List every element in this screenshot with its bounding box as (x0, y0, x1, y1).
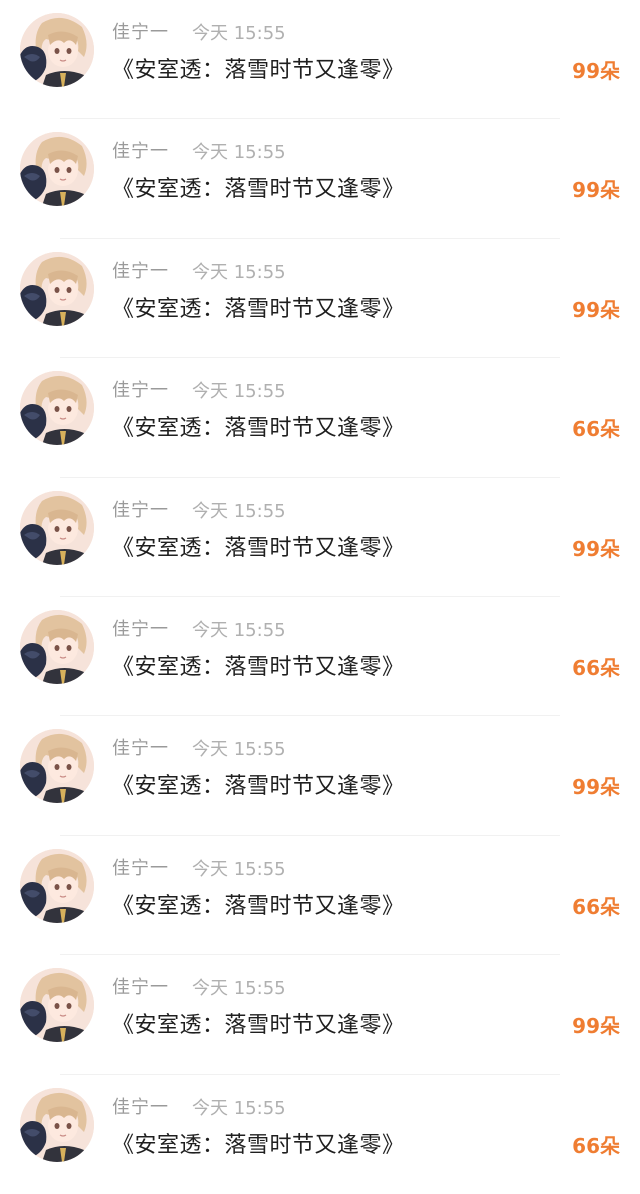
avatar[interactable] (20, 729, 94, 804)
avatar[interactable] (20, 13, 94, 87)
gift-count: 66朵 (572, 655, 620, 680)
comment-row[interactable]: 佳宁一 今天 15:55 《安室透：落雪时节又逢零》 99朵 (0, 955, 640, 1075)
avatar[interactable] (20, 490, 94, 565)
comment-row[interactable]: 佳宁一 今天 15:55 《安室透：落雪时节又逢零》 66朵 (0, 358, 640, 478)
anime-avatar-icon (20, 132, 94, 207)
comment-text: 《安室透：落雪时节又逢零》 (112, 296, 405, 322)
gift-count: 99朵 (572, 178, 620, 203)
anime-avatar-icon (20, 1087, 94, 1162)
username[interactable]: 佳宁一 (112, 18, 169, 44)
gift-count: 99朵 (572, 297, 620, 322)
timestamp: 今天 15:55 (192, 142, 286, 164)
username[interactable]: 佳宁一 (112, 973, 169, 999)
username[interactable]: 佳宁一 (112, 854, 169, 880)
comment-row[interactable]: 佳宁一 今天 15:55 《安室透：落雪时节又逢零》 99朵 (0, 478, 640, 598)
comment-row[interactable]: 佳宁一 今天 15:55 《安室透：落雪时节又逢零》 66朵 (0, 836, 640, 956)
gift-count: 66朵 (572, 894, 620, 919)
comment-text: 《安室透：落雪时节又逢零》 (112, 1013, 405, 1039)
gift-count: 66朵 (572, 1133, 620, 1158)
anime-avatar-icon (20, 371, 94, 446)
timestamp: 今天 15:55 (192, 858, 286, 880)
avatar[interactable] (20, 609, 94, 684)
anime-avatar-icon (20, 848, 94, 923)
avatar[interactable] (20, 848, 94, 923)
timestamp: 今天 15:55 (192, 739, 286, 761)
comment-text: 《安室透：落雪时节又逢零》 (112, 1132, 405, 1158)
comment-row[interactable]: 佳宁一 今天 15:55 《安室透：落雪时节又逢零》 99朵 (0, 119, 640, 240)
comment-text: 《安室透：落雪时节又逢零》 (112, 654, 405, 680)
anime-avatar-icon (20, 13, 94, 87)
gift-count: 99朵 (572, 1014, 620, 1039)
timestamp: 今天 15:55 (192, 381, 286, 403)
anime-avatar-icon (20, 729, 94, 804)
username[interactable]: 佳宁一 (112, 734, 169, 760)
comment-row[interactable]: 佳宁一 今天 15:55 《安室透：落雪时节又逢零》 99朵 (0, 0, 640, 120)
comment-text: 《安室透：落雪时节又逢零》 (112, 535, 405, 561)
avatar[interactable] (20, 371, 94, 446)
gift-count: 99朵 (572, 775, 620, 800)
comment-text: 《安室透：落雪时节又逢零》 (112, 416, 405, 442)
avatar[interactable] (20, 251, 94, 326)
gift-count: 66朵 (572, 417, 620, 442)
username[interactable]: 佳宁一 (112, 376, 169, 402)
username[interactable]: 佳宁一 (112, 615, 169, 641)
comment-row[interactable]: 佳宁一 今天 15:55 《安室透：落雪时节又逢零》 66朵 (0, 1075, 640, 1194)
username[interactable]: 佳宁一 (112, 496, 169, 522)
avatar[interactable] (20, 132, 94, 207)
comment-row[interactable]: 佳宁一 今天 15:55 《安室透：落雪时节又逢零》 99朵 (0, 716, 640, 837)
anime-avatar-icon (20, 968, 94, 1043)
avatar[interactable] (20, 968, 94, 1043)
comment-text: 《安室透：落雪时节又逢零》 (112, 58, 405, 83)
avatar[interactable] (20, 1087, 94, 1162)
username[interactable]: 佳宁一 (112, 257, 169, 283)
timestamp: 今天 15:55 (192, 1097, 286, 1119)
anime-avatar-icon (20, 609, 94, 684)
timestamp: 今天 15:55 (192, 978, 286, 1000)
comment-list: 佳宁一 今天 15:55 《安室透：落雪时节又逢零》 99朵 佳宁一 今天 15… (0, 0, 640, 1180)
comment-row[interactable]: 佳宁一 今天 15:55 《安室透：落雪时节又逢零》 66朵 (0, 597, 640, 717)
timestamp: 今天 15:55 (192, 500, 286, 522)
gift-count: 99朵 (572, 536, 620, 561)
comment-text: 《安室透：落雪时节又逢零》 (112, 774, 405, 800)
gift-count: 99朵 (572, 59, 620, 83)
username[interactable]: 佳宁一 (112, 137, 169, 163)
username[interactable]: 佳宁一 (112, 1093, 169, 1119)
comment-text: 《安室透：落雪时节又逢零》 (112, 893, 405, 919)
timestamp: 今天 15:55 (192, 619, 286, 641)
comment-row[interactable]: 佳宁一 今天 15:55 《安室透：落雪时节又逢零》 99朵 (0, 239, 640, 359)
anime-avatar-icon (20, 490, 94, 565)
comment-text: 《安室透：落雪时节又逢零》 (112, 177, 405, 203)
timestamp: 今天 15:55 (192, 261, 286, 283)
timestamp: 今天 15:55 (192, 23, 286, 44)
anime-avatar-icon (20, 251, 94, 326)
